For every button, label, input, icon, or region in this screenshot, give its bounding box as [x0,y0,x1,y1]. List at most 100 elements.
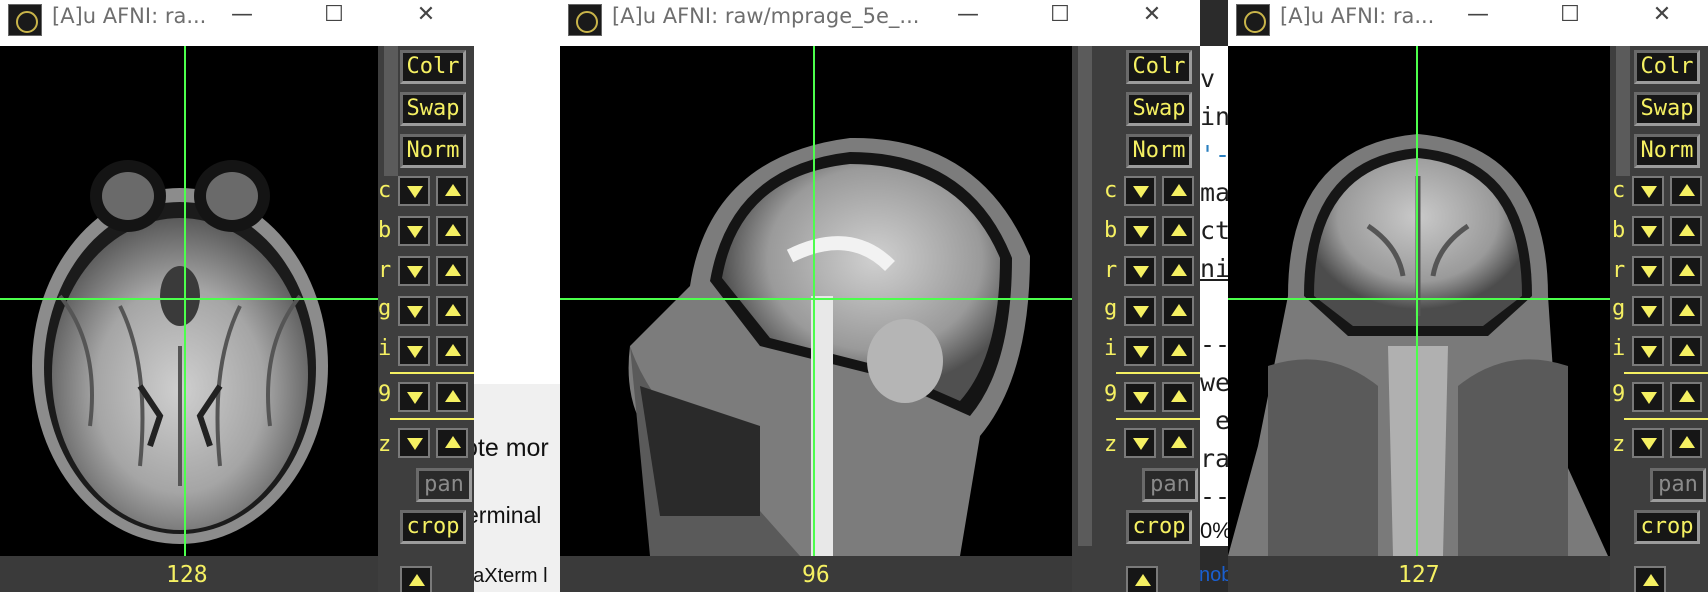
minimize-button[interactable]: — [1456,0,1500,34]
title-bar[interactable]: [A]u AFNI: ra... — ☐ ✕ [0,0,474,46]
contrast-down-arrow-icon[interactable] [398,176,430,206]
crosshair-horizontal [0,298,378,300]
scroll-strip[interactable] [1616,46,1630,176]
swap-button[interactable]: Swap [1634,92,1700,126]
montage-down-arrow-icon[interactable] [398,382,430,412]
gamma-down-arrow-icon[interactable] [1632,296,1664,326]
brightness-up-arrow-icon[interactable] [1162,216,1194,246]
gamma-up-arrow-icon[interactable] [436,296,468,326]
pan-button[interactable]: pan [1142,468,1198,502]
maximize-button[interactable]: ☐ [1548,0,1592,34]
separator-line [1624,418,1708,420]
zoom-up-arrow-icon[interactable] [1670,428,1702,458]
brightness-up-arrow-icon[interactable] [1670,216,1702,246]
index-up-arrow-icon[interactable] [1162,336,1194,366]
image-viewport[interactable] [0,46,378,556]
close-button[interactable]: ✕ [1640,0,1684,34]
contrast-up-arrow-icon[interactable] [1162,176,1194,206]
row-label-z: z [1104,432,1118,457]
gamma-up-arrow-icon[interactable] [1162,296,1194,326]
zoom-down-arrow-icon[interactable] [1124,428,1156,458]
colr-button[interactable]: Colr [1634,50,1700,84]
contrast-down-arrow-icon[interactable] [1632,176,1664,206]
montage-down-arrow-icon[interactable] [1124,382,1156,412]
montage-up-arrow-icon[interactable] [1670,382,1702,412]
pan-button[interactable]: pan [416,468,472,502]
norm-button[interactable]: Norm [1126,134,1192,168]
terminal-line: ct [1200,216,1228,245]
norm-button[interactable]: Norm [400,134,466,168]
scroll-strip[interactable] [1078,46,1092,546]
afni-window-coronal[interactable]: [A]u AFNI: ra... — ☐ ✕ 127 Colr Swap Nor… [1228,0,1708,592]
contrast-up-arrow-icon[interactable] [1670,176,1702,206]
montage-up-arrow-icon[interactable] [1162,382,1194,412]
extra-up-arrow-icon[interactable] [1126,566,1158,592]
close-button[interactable]: ✕ [404,0,448,34]
montage-up-arrow-icon[interactable] [436,382,468,412]
rotate-down-arrow-icon[interactable] [1124,256,1156,286]
minimize-button[interactable]: — [946,0,990,34]
index-up-arrow-icon[interactable] [436,336,468,366]
gamma-down-arrow-icon[interactable] [1124,296,1156,326]
background-terminal-text: erminal [466,502,542,528]
index-down-arrow-icon[interactable] [1632,336,1664,366]
pan-button[interactable]: pan [1650,468,1706,502]
brightness-down-arrow-icon[interactable] [1124,216,1156,246]
brightness-up-arrow-icon[interactable] [436,216,468,246]
rotate-down-arrow-icon[interactable] [398,256,430,286]
title-bar[interactable]: [A]u AFNI: ra... — ☐ ✕ [1228,0,1708,46]
row-label-r: r [1612,258,1626,283]
crosshair-vertical [813,46,815,556]
background-terminal: v in '- ma ct ni -- we e ra -- [1200,46,1228,546]
gamma-up-arrow-icon[interactable] [1670,296,1702,326]
contrast-up-arrow-icon[interactable] [436,176,468,206]
row-label-z: z [378,432,392,457]
maximize-button[interactable]: ☐ [1038,0,1082,34]
rotate-up-arrow-icon[interactable] [436,256,468,286]
extra-up-arrow-icon[interactable] [400,566,432,592]
montage-down-arrow-icon[interactable] [1632,382,1664,412]
zoom-up-arrow-icon[interactable] [436,428,468,458]
terminal-line: ni [1200,254,1228,283]
gamma-down-arrow-icon[interactable] [398,296,430,326]
scroll-strip[interactable] [384,46,398,176]
row-label-9: 9 [378,382,392,407]
afni-logo-icon [568,4,602,36]
minimize-button[interactable]: — [220,0,264,34]
colr-button[interactable]: Colr [1126,50,1192,84]
row-label-g: g [1612,296,1626,321]
index-down-arrow-icon[interactable] [398,336,430,366]
zoom-down-arrow-icon[interactable] [1632,428,1664,458]
brightness-down-arrow-icon[interactable] [398,216,430,246]
title-bar[interactable]: [A]u AFNI: raw/mprage_5e_... — ☐ ✕ [560,0,1200,46]
image-viewport[interactable] [560,46,1072,556]
image-viewport[interactable] [1228,46,1610,556]
separator-line [390,372,474,374]
rotate-up-arrow-icon[interactable] [1162,256,1194,286]
afni-window-sagittal[interactable]: [A]u AFNI: raw/mprage_5e_... — ☐ ✕ 96 Co… [560,0,1200,592]
extra-up-arrow-icon[interactable] [1634,566,1666,592]
swap-button[interactable]: Swap [400,92,466,126]
rotate-down-arrow-icon[interactable] [1632,256,1664,286]
index-down-arrow-icon[interactable] [1124,336,1156,366]
afni-window-axial[interactable]: [A]u AFNI: ra... — ☐ ✕ 128 Colr Swap Nor… [0,0,474,592]
separator-line [1624,372,1708,374]
crop-button[interactable]: crop [1634,510,1700,544]
contrast-down-arrow-icon[interactable] [1124,176,1156,206]
close-button[interactable]: ✕ [1130,0,1174,34]
window-title: [A]u AFNI: ra... [52,4,207,28]
zoom-down-arrow-icon[interactable] [398,428,430,458]
zoom-up-arrow-icon[interactable] [1162,428,1194,458]
crosshair-horizontal [560,298,1072,300]
colr-button[interactable]: Colr [400,50,466,84]
maximize-button[interactable]: ☐ [312,0,356,34]
index-up-arrow-icon[interactable] [1670,336,1702,366]
crop-button[interactable]: crop [400,510,466,544]
row-label-i: i [1612,336,1626,361]
brightness-down-arrow-icon[interactable] [1632,216,1664,246]
rotate-up-arrow-icon[interactable] [1670,256,1702,286]
terminal-line: we [1200,368,1228,397]
norm-button[interactable]: Norm [1634,134,1700,168]
swap-button[interactable]: Swap [1126,92,1192,126]
crop-button[interactable]: crop [1126,510,1192,544]
